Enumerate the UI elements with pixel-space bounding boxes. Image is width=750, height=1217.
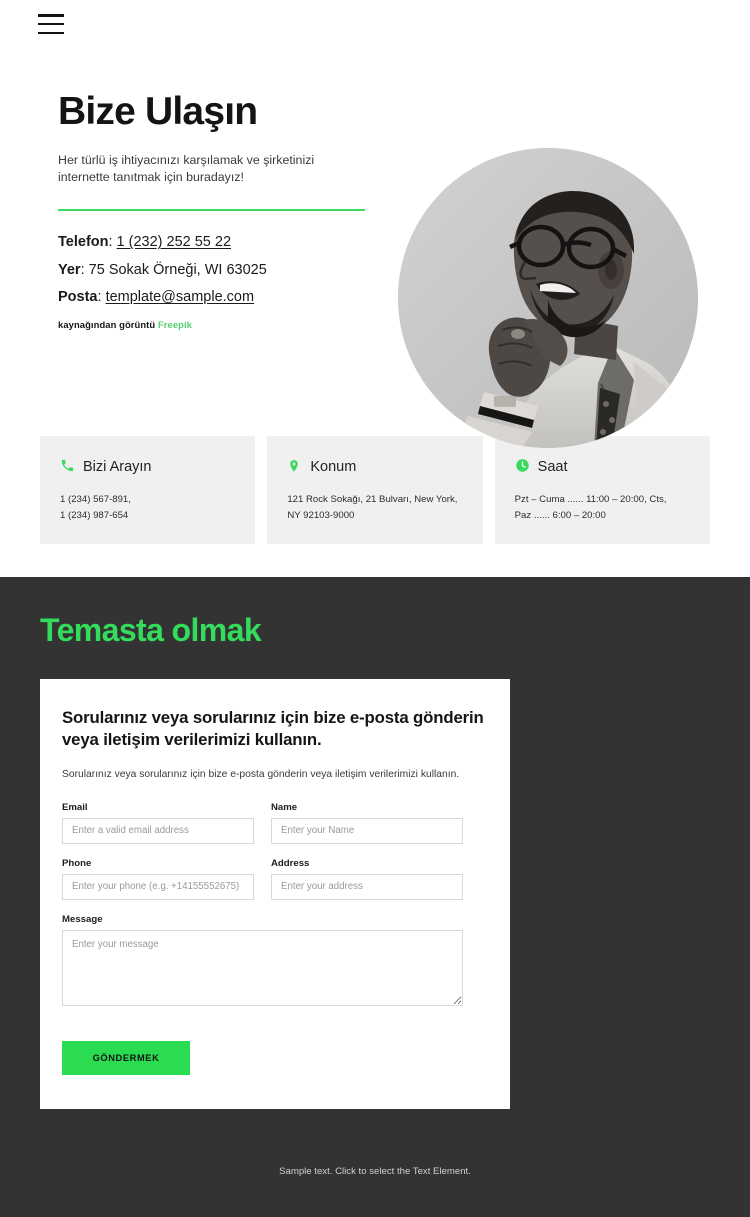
card-konum: Konum 121 Rock Sokağı, 21 Bulvarı, New Y… <box>267 436 483 544</box>
image-credit-text: kaynağından görüntü <box>58 318 156 330</box>
card-bizi-arayin: Bizi Arayın 1 (234) 567-891, 1 (234) 987… <box>40 436 256 544</box>
hero-contact-list: Telefon: 1 (232) 252 55 22 Yer: 75 Sokak… <box>58 235 378 305</box>
email-link[interactable]: template@sample.com <box>106 289 255 305</box>
email-input[interactable] <box>62 817 254 844</box>
info-cards: Bizi Arayın 1 (234) 567-891, 1 (234) 987… <box>0 436 750 544</box>
contact-line-telefon: Telefon: 1 (232) 252 55 22 <box>58 235 378 250</box>
phone-input[interactable] <box>62 873 254 900</box>
submit-button[interactable]: GÖNDERMEK <box>62 1040 190 1075</box>
green-divider <box>58 208 365 212</box>
form-row: Email Name <box>62 802 484 844</box>
page-title: Bize Ulaşın <box>58 90 258 133</box>
contact-label: Yer <box>58 261 81 278</box>
address-input[interactable] <box>271 873 463 900</box>
card-line: Pzt – Cuma ...... 11:00 – 20:00, Cts, <box>514 494 667 505</box>
site-header <box>0 0 750 60</box>
field-email: Email <box>62 802 254 844</box>
contact-label: Posta <box>58 289 98 306</box>
message-textarea[interactable] <box>62 929 463 1006</box>
field-address: Address <box>271 858 463 900</box>
hero-text-column: Bize Ulaşın Her türlü iş ihtiyacınızı ka… <box>58 90 378 330</box>
form-heading-line1: Sorularınız veya sorularınız için bize e… <box>62 708 484 727</box>
contact-separator: : <box>97 289 106 306</box>
message-label: Message <box>62 913 103 925</box>
card-body: 1 (234) 567-891, 1 (234) 987-654 <box>60 492 237 523</box>
form-row: Phone Address <box>62 858 484 900</box>
phone-label: Phone <box>62 857 92 869</box>
freepik-link[interactable]: Freepik <box>158 319 192 330</box>
card-line: Paz ...... 6:00 – 20:00 <box>514 509 606 521</box>
hamburger-bar <box>38 31 64 34</box>
card-body: 121 Rock Sokağı, 21 Bulvarı, New York, N… <box>287 492 464 523</box>
card-header: Saat <box>515 458 692 475</box>
hamburger-bar <box>38 14 64 17</box>
contact-line-yer: Yer: 75 Sokak Örneği, WI 63025 <box>58 263 378 278</box>
field-message: Message <box>62 914 463 1011</box>
contact-form-section: Temasta olmak Sorularınız veya soruların… <box>0 577 750 1217</box>
field-name: Name <box>271 802 463 844</box>
hero-section: Bize Ulaşın Her türlü iş ihtiyacınızı ka… <box>0 60 750 448</box>
map-pin-icon <box>287 458 302 475</box>
image-credit: kaynağından görüntü Freepik <box>58 319 378 330</box>
form-heading-line2: veya iletişim verilerimizi kullanın. <box>62 730 322 750</box>
card-header: Konum <box>287 458 464 475</box>
field-phone: Phone <box>62 858 254 900</box>
section-title: Temasta olmak <box>40 612 262 648</box>
card-line: NY 92103-9000 <box>287 509 355 521</box>
card-title: Saat <box>537 458 568 475</box>
form-row: Message <box>62 914 484 1011</box>
contact-form: Email Name Phone Address <box>62 802 484 1075</box>
hamburger-menu-icon[interactable] <box>38 14 64 34</box>
form-paragraph: Sorularınız veya sorularınız için bize e… <box>62 769 460 781</box>
contact-label: Telefon <box>58 234 109 251</box>
contact-line-posta: Posta: template@sample.com <box>58 290 378 305</box>
footer-text[interactable]: Sample text. Click to select the Text El… <box>0 1109 750 1217</box>
hero-subtitle: Her türlü iş ihtiyacınızı karşılamak ve … <box>58 152 315 185</box>
clock-icon <box>515 458 530 475</box>
contact-form-card: Sorularınız veya sorularınız için bize e… <box>40 679 510 1109</box>
card-title: Konum <box>310 458 357 475</box>
phone-icon <box>60 458 75 475</box>
card-line: 1 (234) 987-654 <box>60 509 129 521</box>
card-line: 1 (234) 567-891, <box>60 494 131 505</box>
contact-separator: : <box>80 261 89 278</box>
name-input[interactable] <box>271 817 463 844</box>
hamburger-bar <box>38 22 64 26</box>
address-label: Address <box>271 857 310 869</box>
contact-separator: : <box>108 234 117 251</box>
phone-link[interactable]: 1 (232) 252 55 22 <box>117 234 231 250</box>
card-saat: Saat Pzt – Cuma ...... 11:00 – 20:00, Ct… <box>494 436 710 544</box>
name-label: Name <box>271 801 298 813</box>
card-body: Pzt – Cuma ...... 11:00 – 20:00, Cts, Pa… <box>515 492 692 523</box>
hero-portrait-photo <box>398 148 698 448</box>
card-title: Bizi Arayın <box>83 458 152 475</box>
card-header: Bizi Arayın <box>60 458 237 475</box>
address-value: 75 Sokak Örneği, WI 63025 <box>88 261 267 278</box>
card-line: 121 Rock Sokağı, 21 Bulvarı, New York, <box>287 494 458 505</box>
email-label: Email <box>62 801 88 813</box>
form-heading: Sorularınız veya sorularınız için bize e… <box>62 707 484 751</box>
